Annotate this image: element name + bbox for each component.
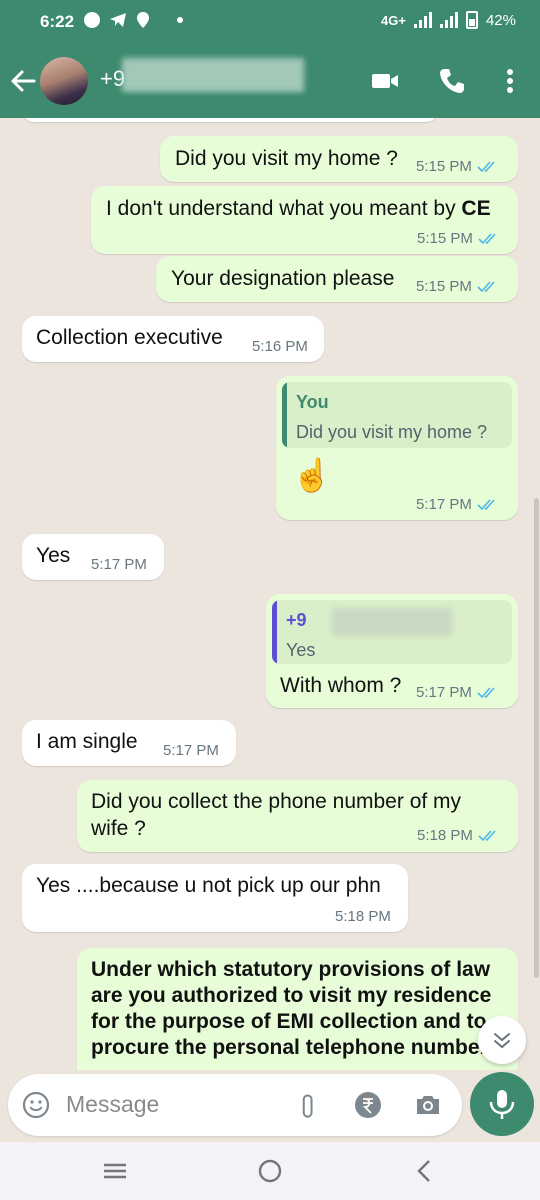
attach-icon[interactable] [294, 1091, 322, 1119]
double-check-icon [477, 498, 495, 510]
message-text-line: wife ? [91, 817, 146, 840]
chevron-double-down-icon [494, 1033, 510, 1049]
message-text-bold: CE [461, 197, 491, 220]
recent-apps-icon[interactable] [100, 1158, 130, 1184]
composer [0, 1070, 540, 1142]
message-time: 5:15 PM [416, 158, 472, 175]
message-bubble-incoming[interactable]: Yes ....because u not pick up our phn 5:… [22, 864, 408, 932]
message-bubble[interactable] [22, 118, 438, 122]
message-list[interactable]: Did you visit my home ? 5:15 PM I don't … [0, 118, 540, 1070]
battery-level: 42% [485, 11, 516, 29]
quoted-author: You [296, 392, 329, 412]
message-field-container [8, 1074, 462, 1136]
message-text: Did you visit my home ? [175, 147, 398, 170]
arrow-left-icon[interactable] [8, 66, 38, 96]
message-time: 5:16 PM [252, 338, 308, 355]
phone-icon[interactable] [437, 66, 467, 96]
battery-icon [465, 11, 478, 29]
chat-header: +9 [0, 44, 540, 118]
message-time: 5:15 PM [417, 230, 473, 247]
message-text-line: Under which statutory provisions of law [91, 958, 491, 981]
signal-icon [439, 12, 458, 28]
telegram-icon [110, 13, 126, 27]
double-check-icon [477, 686, 495, 698]
message-bubble-incoming[interactable]: Collection executive 5:16 PM [22, 316, 324, 362]
message-time: 5:18 PM [335, 908, 391, 925]
double-check-icon [478, 232, 496, 244]
messenger-icon [84, 12, 100, 28]
message-text: Collection executive [36, 326, 223, 349]
system-nav-bar [0, 1142, 540, 1200]
message-text: Yes ....because u not pick up our phn [36, 874, 381, 897]
message-text-line: for the purpose of EMI collection and to [91, 1010, 487, 1033]
double-check-icon [478, 829, 496, 841]
more-vertical-icon[interactable] [495, 66, 525, 96]
quoted-message[interactable]: +9 Yes [272, 600, 512, 664]
microphone-icon [489, 1090, 515, 1119]
redaction-blur [122, 58, 304, 92]
message-text: I am single [36, 730, 138, 753]
message-time: 5:17 PM [91, 556, 147, 573]
quoted-text: Did you visit my home ? [296, 422, 488, 442]
message-text: Your designation please [171, 267, 395, 290]
message-bubble-outgoing[interactable]: You Did you visit my home ? ☝️ 5:17 PM [276, 376, 518, 520]
message-input[interactable] [66, 1088, 276, 1120]
message-text: Yes [36, 544, 71, 567]
quoted-text: Yes [286, 640, 316, 660]
avatar[interactable] [40, 57, 88, 105]
home-icon[interactable] [255, 1158, 285, 1184]
signal-icon [413, 12, 432, 28]
message-bubble-incoming[interactable]: Yes 5:17 PM [22, 534, 164, 580]
double-check-icon [477, 160, 495, 172]
scroll-to-bottom-button[interactable] [478, 1016, 526, 1064]
message-time: 5:17 PM [163, 742, 219, 759]
message-text: With whom ? [280, 674, 402, 697]
double-check-icon [477, 280, 495, 292]
status-bar: 6:22 4G+ 42% [0, 0, 540, 44]
voice-message-button[interactable] [470, 1072, 534, 1136]
message-text-line: procure the personal telephone number [91, 1036, 488, 1059]
message-time: 5:15 PM [416, 278, 472, 295]
message-text-line: Did you collect the phone number of my [91, 790, 462, 813]
scrollbar[interactable] [534, 498, 539, 978]
message-bubble-outgoing[interactable]: Did you visit my home ? 5:15 PM [160, 136, 518, 182]
message-bubble-outgoing[interactable]: Under which statutory provisions of law … [77, 948, 518, 1070]
message-time: 5:17 PM [416, 496, 472, 513]
redaction-blur [332, 608, 452, 636]
rupee-payment-icon[interactable] [354, 1091, 382, 1119]
camera-icon[interactable] [414, 1091, 442, 1119]
notification-dot-icon [177, 17, 183, 23]
message-emoji: ☝️ [292, 457, 332, 493]
message-text-line: are you authorized to visit my residence [91, 984, 492, 1007]
quoted-author: +9 [286, 610, 307, 630]
emoji-icon[interactable] [22, 1091, 50, 1119]
message-bubble-outgoing[interactable]: Your designation please 5:15 PM [156, 256, 518, 302]
message-bubble-incoming[interactable]: I am single 5:17 PM [22, 720, 236, 766]
location-icon [137, 12, 149, 28]
message-time: 5:18 PM [417, 827, 473, 844]
message-bubble-outgoing[interactable]: +9 Yes With whom ? 5:17 PM [266, 594, 518, 708]
message-bubble-outgoing[interactable]: Did you collect the phone number of my w… [77, 780, 518, 852]
message-time: 5:17 PM [416, 684, 472, 701]
message-text: I don't understand what you meant by [106, 197, 462, 220]
message-bubble-outgoing[interactable]: I don't understand what you meant by CE … [91, 186, 518, 254]
quoted-message[interactable]: You Did you visit my home ? [282, 382, 512, 448]
network-type: 4G+ [381, 12, 406, 28]
video-call-icon[interactable] [370, 66, 400, 96]
back-icon[interactable] [410, 1158, 440, 1184]
status-time: 6:22 [40, 12, 75, 31]
